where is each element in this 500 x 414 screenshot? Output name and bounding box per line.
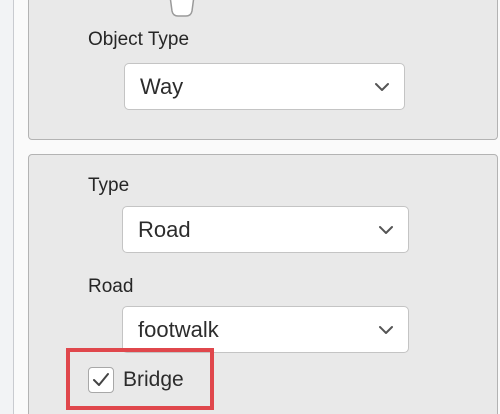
object-type-dropdown[interactable]: Way (124, 63, 405, 110)
checkmark-icon (93, 373, 109, 386)
chevron-down-icon (375, 82, 389, 91)
chevron-down-icon (379, 225, 393, 234)
properties-view: Object Type Way Type Road Road footwalk … (0, 0, 500, 414)
bridge-label: Bridge (123, 368, 184, 391)
road-label: Road (88, 276, 134, 297)
road-value: footwalk (138, 316, 219, 342)
chevron-down-icon (379, 325, 393, 334)
road-dropdown[interactable]: footwalk (122, 306, 409, 353)
left-side-strip (0, 0, 14, 414)
bridge-checkbox[interactable] (88, 367, 114, 393)
type-dropdown[interactable]: Road (122, 206, 409, 253)
bridge-checkbox-row[interactable]: Bridge (88, 367, 184, 393)
connector-node-icon (169, 0, 195, 17)
object-type-label: Object Type (88, 29, 190, 50)
type-value: Road (138, 216, 191, 242)
object-type-value: Way (140, 73, 184, 99)
type-label: Type (88, 175, 130, 196)
